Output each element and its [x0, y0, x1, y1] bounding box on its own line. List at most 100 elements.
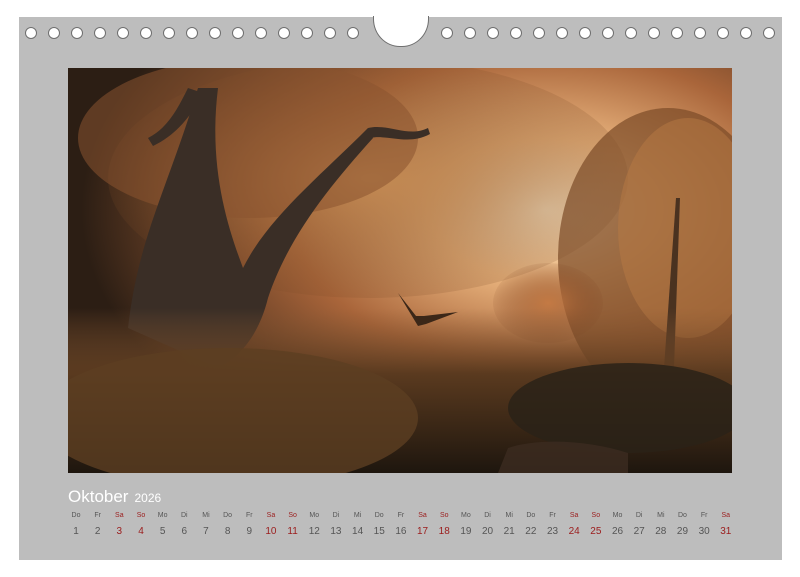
weekday-label: Sa [266, 512, 276, 519]
day-cell: Fr 30 [693, 511, 715, 538]
binding-ring [94, 27, 106, 39]
binding-ring [324, 27, 336, 39]
day-cell: Mo 26 [607, 511, 629, 538]
month-year: 2026 [134, 491, 162, 505]
weekday-label: Fr [94, 512, 101, 519]
day-number: 21 [503, 526, 515, 537]
day-number: 28 [655, 526, 667, 537]
day-cell: Di 20 [477, 511, 499, 538]
day-cell: Sa 17 [412, 511, 434, 538]
weekday-label: Fr [397, 512, 405, 519]
day-number: 11 [287, 526, 298, 537]
binding-ring [694, 27, 706, 39]
binding-ring [163, 27, 175, 39]
day-number: 17 [416, 526, 429, 537]
day-cell: Do 8 [217, 511, 239, 538]
day-number: 26 [611, 526, 624, 537]
day-number: 5 [159, 526, 166, 537]
binding-ring [117, 27, 129, 39]
day-number: 25 [590, 526, 602, 537]
weekday-label: Mo [157, 512, 168, 519]
day-cell: Fr 23 [542, 511, 564, 538]
binding-ring [71, 27, 83, 39]
binding-ring [556, 27, 568, 39]
binding-ring [232, 27, 244, 39]
day-cell: Mi 28 [650, 511, 672, 538]
day-strip: Do 1 Fr 2 Sa 3 So 4 Mo 5 Di 6 Mi 7 Do 8 Fr 9 Sa 10 So 11 Mo 12 D… [68, 511, 732, 541]
month-title: Oktober 2026 [68, 487, 161, 509]
binding-ring [209, 27, 221, 39]
weekday-label: So [591, 512, 601, 519]
day-number: 8 [224, 526, 231, 537]
binding-ring [255, 27, 267, 39]
binding-ring [487, 27, 499, 39]
binding-ring [625, 27, 637, 39]
weekday-label: So [288, 512, 297, 519]
binding-ring [186, 27, 198, 39]
day-number: 9 [246, 526, 253, 537]
weekday-label: Sa [721, 512, 731, 519]
day-cell: Fr 9 [238, 511, 260, 538]
binding-ring [48, 27, 60, 39]
day-cell: So 11 [282, 511, 304, 538]
binding-ring [278, 27, 290, 39]
day-number: 16 [395, 526, 407, 537]
day-number: 15 [373, 526, 385, 537]
weekday-label: So [439, 512, 449, 519]
day-cell: Sa 3 [108, 511, 130, 538]
weekday-label: Fr [549, 512, 556, 519]
binding-ring [579, 27, 591, 39]
weekday-label: Mi [353, 512, 362, 519]
weekday-label: Do [677, 512, 687, 519]
weekday-label: Mo [612, 512, 623, 519]
day-cell: Mo 12 [303, 511, 325, 538]
day-cell: So 18 [433, 511, 455, 538]
day-cell: So 4 [130, 511, 152, 538]
day-number: 22 [525, 526, 537, 537]
day-cell: Do 22 [520, 511, 542, 538]
weekday-label: Mi [505, 512, 513, 519]
day-cell: Mo 5 [152, 511, 174, 538]
day-cell: Mi 21 [498, 511, 520, 538]
day-number: 1 [73, 526, 79, 537]
day-number: 12 [308, 526, 320, 537]
calendar-page: Oktober 2026 Do 1 Fr 2 Sa 3 So 4 Mo 5 Di 6 Mi 7 Do 8 Fr 9… [19, 16, 782, 560]
binding-ring [763, 27, 775, 39]
binding-ring [140, 27, 152, 39]
day-cell: Fr 2 [87, 511, 109, 538]
day-cell: Sa 31 [715, 511, 737, 538]
binding-ring [347, 27, 359, 39]
day-number: 10 [265, 526, 277, 537]
day-cell: So 25 [585, 511, 607, 538]
day-cell: Do 29 [671, 511, 693, 538]
day-cell: Di 6 [173, 511, 195, 538]
weekday-label: Mo [309, 512, 320, 519]
weekday-label: Mi [657, 512, 665, 519]
day-number: 6 [181, 526, 188, 537]
weekday-label: Do [223, 512, 233, 519]
day-cell: Mi 14 [347, 511, 369, 538]
weekday-label: Mi [202, 512, 210, 519]
weekday-label: Di [332, 512, 340, 519]
weekday-label: Do [71, 512, 81, 519]
day-cell: Sa 24 [563, 511, 585, 538]
binding-ring [648, 27, 660, 39]
month-name: Oktober [68, 487, 129, 506]
weekday-label: So [136, 512, 146, 519]
day-cell: Di 13 [325, 511, 347, 538]
weekday-label: Di [484, 512, 491, 519]
day-number: 14 [352, 526, 364, 537]
binding-ring [441, 27, 453, 39]
day-number: 13 [330, 526, 342, 537]
weekday-label: Sa [115, 512, 124, 519]
weekday-label: Di [635, 512, 643, 519]
day-number: 19 [460, 526, 472, 537]
day-cell: Fr 16 [390, 511, 412, 538]
binding-ring [25, 27, 37, 39]
day-number: 30 [698, 526, 710, 537]
weekday-label: Do [526, 512, 536, 519]
weekday-label: Sa [569, 512, 579, 519]
weekday-label: Sa [418, 512, 427, 519]
day-cell: Do 15 [368, 511, 390, 538]
day-number: 18 [438, 526, 450, 537]
